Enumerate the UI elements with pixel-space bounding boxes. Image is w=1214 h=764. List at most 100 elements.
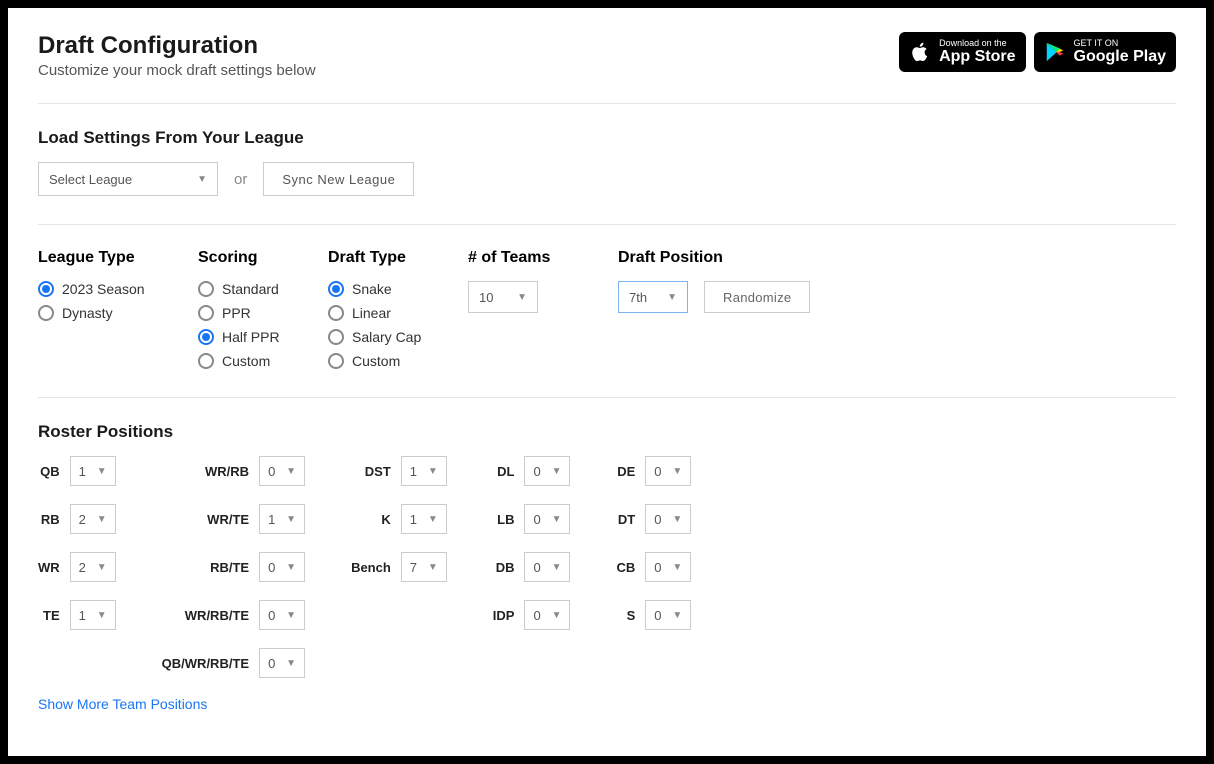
- roster-column: DL0▼LB0▼DB0▼IDP0▼: [493, 456, 571, 678]
- chevron-down-icon: ▼: [286, 610, 296, 621]
- chevron-down-icon: ▼: [197, 174, 207, 185]
- app-badges: Download on the App Store GET IT ON Goog…: [899, 32, 1176, 72]
- roster-column: DE0▼DT0▼CB0▼S0▼: [616, 456, 691, 678]
- roster-select[interactable]: 0▼: [259, 552, 305, 582]
- roster-item: K1▼: [351, 504, 447, 534]
- page-subtitle: Customize your mock draft settings below: [38, 62, 316, 79]
- scoring-option[interactable]: PPR: [198, 305, 298, 321]
- roster-title: Roster Positions: [38, 422, 1176, 442]
- play-big-text: Google Play: [1074, 48, 1166, 66]
- scoring-title: Scoring: [198, 249, 298, 267]
- roster-select[interactable]: 0▼: [259, 456, 305, 486]
- draft-type-option[interactable]: Custom: [328, 353, 438, 369]
- chevron-down-icon: ▼: [552, 610, 562, 621]
- load-settings-title: Load Settings From Your League: [38, 128, 1176, 148]
- scoring-option[interactable]: Half PPR: [198, 329, 298, 345]
- roster-label: RB: [41, 512, 60, 527]
- randomize-button[interactable]: Randomize: [704, 281, 810, 313]
- roster-select[interactable]: 1▼: [401, 456, 447, 486]
- draft-type-option[interactable]: Salary Cap: [328, 329, 438, 345]
- roster-select[interactable]: 0▼: [645, 600, 691, 630]
- num-teams-title: # of Teams: [468, 249, 588, 267]
- scoring-col: Scoring Standard PPR Half PPR Custom: [198, 225, 298, 369]
- radio-label: PPR: [222, 305, 251, 321]
- roster-select[interactable]: 2▼: [70, 552, 116, 582]
- roster-item: S0▼: [616, 600, 691, 630]
- roster-label: Bench: [351, 560, 391, 575]
- roster-label: IDP: [493, 608, 515, 623]
- roster-select[interactable]: 0▼: [259, 648, 305, 678]
- num-teams-select[interactable]: 10 ▼: [468, 281, 538, 313]
- radio-label: Custom: [222, 353, 270, 369]
- roster-select[interactable]: 0▼: [524, 456, 570, 486]
- radio-icon: [328, 353, 344, 369]
- google-play-icon: [1044, 41, 1066, 63]
- scoring-option[interactable]: Custom: [198, 353, 298, 369]
- scoring-option[interactable]: Standard: [198, 281, 298, 297]
- roster-select[interactable]: 1▼: [401, 504, 447, 534]
- roster-item: DE0▼: [616, 456, 691, 486]
- header: Draft Configuration Customize your mock …: [38, 32, 1176, 104]
- roster-item: IDP 0▼: [493, 600, 571, 630]
- play-small-text: GET IT ON: [1074, 39, 1166, 48]
- roster-item: Bench 7▼: [351, 552, 447, 582]
- chevron-down-icon: ▼: [428, 466, 438, 477]
- roster-label: TE: [43, 608, 60, 623]
- chevron-down-icon: ▼: [428, 562, 438, 573]
- select-league-dropdown[interactable]: Select League ▼: [38, 162, 218, 196]
- roster-item: QB1▼: [38, 456, 116, 486]
- app-store-badge[interactable]: Download on the App Store: [899, 32, 1025, 72]
- num-teams-col: # of Teams 10 ▼: [468, 225, 588, 369]
- appstore-small-text: Download on the: [939, 39, 1015, 48]
- league-type-option[interactable]: 2023 Season: [38, 281, 168, 297]
- draft-type-option[interactable]: Linear: [328, 305, 438, 321]
- roster-label: DL: [497, 464, 514, 479]
- chevron-down-icon: ▼: [97, 466, 107, 477]
- roster-item: WR/RB0▼: [162, 456, 305, 486]
- roster-select[interactable]: 1▼: [70, 456, 116, 486]
- radio-icon: [38, 281, 54, 297]
- roster-item: DL 0▼: [493, 456, 571, 486]
- chevron-down-icon: ▼: [286, 562, 296, 573]
- show-more-positions-link[interactable]: Show More Team Positions: [38, 696, 207, 712]
- roster-item: QB/WR/RB/TE0▼: [162, 648, 305, 678]
- chevron-down-icon: ▼: [286, 658, 296, 669]
- radio-icon: [198, 281, 214, 297]
- radio-label: Snake: [352, 281, 392, 297]
- chevron-down-icon: ▼: [97, 562, 107, 573]
- chevron-down-icon: ▼: [517, 292, 527, 303]
- appstore-big-text: App Store: [939, 48, 1015, 66]
- chevron-down-icon: ▼: [552, 514, 562, 525]
- roster-label: CB: [616, 560, 635, 575]
- roster-select[interactable]: 0▼: [524, 504, 570, 534]
- radio-icon: [198, 353, 214, 369]
- league-type-option[interactable]: Dynasty: [38, 305, 168, 321]
- roster-select[interactable]: 0▼: [524, 600, 570, 630]
- roster-select[interactable]: 0▼: [524, 552, 570, 582]
- roster-item: DST1▼: [351, 456, 447, 486]
- sync-new-league-button[interactable]: Sync New League: [263, 162, 414, 196]
- google-play-badge[interactable]: GET IT ON Google Play: [1034, 32, 1176, 72]
- roster-select[interactable]: 0▼: [645, 456, 691, 486]
- roster-select[interactable]: 1▼: [259, 504, 305, 534]
- roster-item: RB/TE0▼: [162, 552, 305, 582]
- chevron-down-icon: ▼: [286, 466, 296, 477]
- radio-label: Dynasty: [62, 305, 113, 321]
- roster-select[interactable]: 7▼: [401, 552, 447, 582]
- roster-item: DB0▼: [493, 552, 571, 582]
- roster-column: QB1▼ RB 2▼ WR 2▼ TE 1▼: [38, 456, 116, 678]
- roster-select[interactable]: 0▼: [259, 600, 305, 630]
- radio-icon: [328, 329, 344, 345]
- roster-label: WR/TE: [207, 512, 249, 527]
- roster-select[interactable]: 0▼: [645, 504, 691, 534]
- roster-item: TE 1▼: [38, 600, 116, 630]
- draft-position-select[interactable]: 7th ▼: [618, 281, 688, 313]
- roster-select[interactable]: 2▼: [70, 504, 116, 534]
- roster-select[interactable]: 0▼: [645, 552, 691, 582]
- roster-select[interactable]: 1▼: [70, 600, 116, 630]
- roster-column: DST1▼ K1▼ Bench 7▼: [351, 456, 447, 678]
- league-type-title: League Type: [38, 249, 168, 267]
- roster-label: WR: [38, 560, 60, 575]
- draft-type-option[interactable]: Snake: [328, 281, 438, 297]
- radio-icon: [198, 305, 214, 321]
